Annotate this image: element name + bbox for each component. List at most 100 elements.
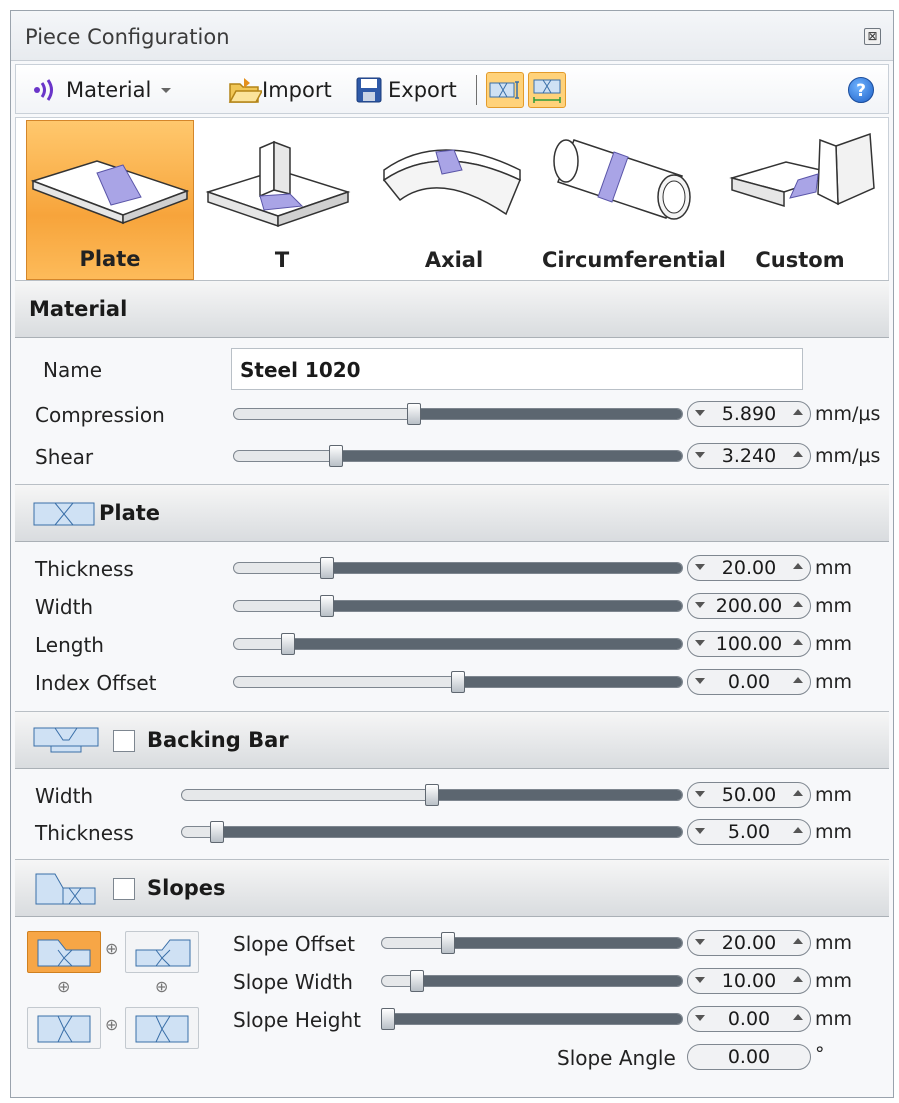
thickness-value[interactable]: 20.00 [706, 557, 792, 579]
shear-unit: mm/μs [815, 445, 881, 467]
thickness-slider-thumb[interactable] [320, 557, 335, 579]
custom-piece-icon [729, 132, 875, 208]
shear-spinner[interactable]: 3.240 [687, 443, 811, 469]
slope-variant-top-right[interactable] [125, 931, 199, 973]
close-button[interactable]: ⊠ [864, 28, 881, 45]
width-slider-thumb[interactable] [320, 595, 335, 617]
thickness-spinner[interactable]: 20.00 [687, 555, 811, 581]
slope-variant-bottom-right[interactable] [125, 1007, 199, 1049]
material-name-field[interactable]: Steel 1020 [231, 348, 803, 390]
dimension-view-toggle[interactable] [528, 72, 566, 108]
length-label: Length [35, 633, 104, 657]
material-menu-label: Material [66, 78, 152, 102]
backing-width-slider-thumb[interactable] [425, 784, 439, 806]
length-slider-thumb[interactable] [280, 633, 295, 655]
compression-slider[interactable] [233, 408, 683, 420]
index-offset-slider-thumb[interactable] [451, 671, 465, 693]
slope-variant-bottom-left[interactable] [27, 1007, 101, 1049]
slope-width-unit: mm [815, 970, 853, 992]
link-vertical-icon[interactable]: ⊕ [155, 977, 168, 996]
width-slider[interactable] [233, 600, 683, 612]
slope-offset-slider-thumb[interactable] [441, 932, 456, 954]
slope-angle-value: 0.00 [727, 1046, 771, 1068]
slope-width-slider-thumb[interactable] [409, 970, 424, 992]
backing-bar-icon [33, 727, 99, 753]
backing-thickness-slider-thumb[interactable] [210, 821, 225, 843]
t-joint-piece-icon [205, 140, 351, 228]
backing-thickness-slider[interactable] [181, 826, 683, 838]
piece-type-gallery: Plate T Axial Circumferential Custom [15, 117, 889, 283]
slope-height-slider-thumb[interactable] [381, 1008, 395, 1030]
width-label: Width [35, 595, 94, 619]
slope-width-value[interactable]: 10.00 [706, 970, 792, 992]
slope-offset-spinner[interactable]: 20.00 [687, 930, 811, 956]
export-button[interactable]: Export [356, 75, 457, 105]
slopes-section-body: ⊕ ⊕ ⊕ ⊕ Slope Offset 20.00 mm Slope Widt… [15, 917, 889, 1093]
slope-width-slider[interactable] [381, 975, 683, 987]
slope-top-left-icon [37, 939, 91, 967]
slope-width-spinner[interactable]: 10.00 [687, 968, 811, 994]
compression-spinner[interactable]: 5.890 [687, 401, 811, 427]
plate-view-toggle[interactable] [486, 72, 524, 108]
width-value[interactable]: 200.00 [706, 595, 792, 617]
slope-offset-value[interactable]: 20.00 [706, 932, 792, 954]
backing-thickness-spinner[interactable]: 5.00 [687, 819, 811, 845]
shear-value[interactable]: 3.240 [706, 445, 792, 467]
toolbar-separator [476, 75, 477, 105]
chevron-down-icon [161, 87, 172, 93]
shear-slider-thumb[interactable] [328, 445, 343, 467]
help-icon[interactable]: ? [848, 77, 874, 103]
slopes-section-header[interactable]: Slopes [15, 859, 889, 917]
slope-height-slider[interactable] [381, 1013, 683, 1025]
material-section-header[interactable]: Material [15, 280, 889, 338]
index-offset-unit: mm [815, 671, 853, 693]
backing-width-value[interactable]: 50.00 [706, 784, 792, 806]
index-offset-spinner[interactable]: 0.00 [687, 669, 811, 695]
length-slider[interactable] [233, 638, 683, 650]
piece-type-circumferential[interactable]: Circumferential [542, 120, 726, 280]
compression-slider-thumb[interactable] [407, 403, 422, 425]
backing-bar-checkbox[interactable] [113, 730, 135, 752]
backing-thickness-value[interactable]: 5.00 [706, 821, 792, 843]
link-horizontal-icon[interactable]: ⊕ [105, 1015, 118, 1034]
piece-type-label: Custom [755, 248, 845, 272]
plate-section-icon [489, 81, 519, 99]
shear-slider[interactable] [233, 450, 683, 462]
name-label: Name [43, 358, 103, 382]
piece-type-axial[interactable]: Axial [370, 120, 538, 280]
link-horizontal-icon[interactable]: ⊕ [105, 939, 118, 958]
backing-bar-section-header[interactable]: Backing Bar [15, 711, 889, 769]
backing-width-spinner[interactable]: 50.00 [687, 782, 811, 808]
slope-height-value[interactable]: 0.00 [706, 1008, 792, 1030]
length-value[interactable]: 100.00 [706, 633, 792, 655]
slope-variant-top-left[interactable] [27, 931, 101, 973]
section-title: Backing Bar [147, 728, 289, 752]
piece-type-t[interactable]: T [198, 120, 366, 280]
length-spinner[interactable]: 100.00 [687, 631, 811, 657]
compression-value[interactable]: 5.890 [706, 403, 792, 425]
plate-section-header[interactable]: Plate [15, 484, 889, 542]
slope-angle-readout: 0.00 [687, 1044, 811, 1070]
slope-top-right-icon [135, 939, 191, 967]
section-title: Slopes [147, 876, 226, 900]
backing-width-label: Width [35, 784, 94, 808]
thickness-unit: mm [815, 557, 853, 579]
window-title: Piece Configuration [25, 25, 230, 49]
plate-section-body: Thickness 20.00 mm Width 200.00 mm Lengt… [15, 542, 889, 709]
import-button[interactable]: Import [228, 75, 332, 105]
slope-offset-slider[interactable] [381, 937, 683, 949]
width-spinner[interactable]: 200.00 [687, 593, 811, 619]
piece-type-plate[interactable]: Plate [26, 120, 194, 280]
piece-type-custom[interactable]: Custom [716, 120, 884, 280]
link-vertical-icon[interactable]: ⊕ [57, 977, 70, 996]
slopes-checkbox[interactable] [113, 878, 135, 900]
thickness-slider[interactable] [233, 562, 683, 574]
backing-thickness-unit: mm [815, 821, 853, 843]
length-unit: mm [815, 633, 853, 655]
piece-type-label: Axial [424, 248, 484, 272]
slope-height-spinner[interactable]: 0.00 [687, 1006, 811, 1032]
pipe-piece-icon [553, 139, 691, 220]
index-offset-value[interactable]: 0.00 [706, 671, 792, 693]
material-menu-button[interactable]: Material [32, 75, 172, 105]
plate-piece-icon [30, 160, 190, 225]
